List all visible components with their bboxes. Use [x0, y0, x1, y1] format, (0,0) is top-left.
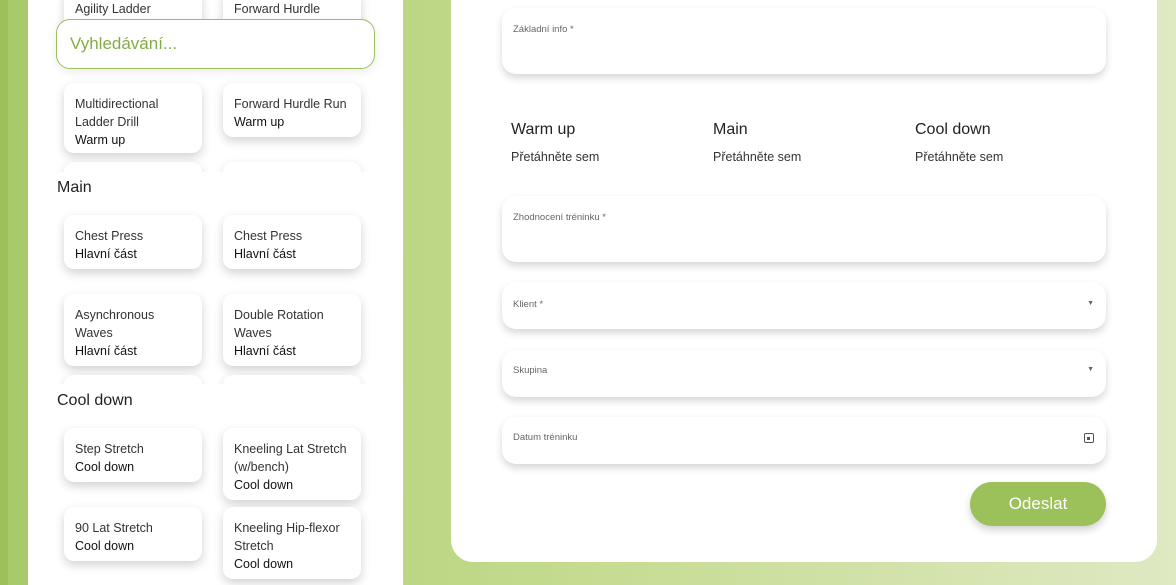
basic-info-label: Základní info *	[513, 24, 574, 35]
calendar-icon[interactable]	[1084, 433, 1094, 443]
exercise-name: Chest Press	[234, 229, 303, 243]
exercise-name: Kneeling Hip-flexor Stretch	[234, 521, 340, 553]
training-date-label: Datum tréninku	[513, 432, 578, 443]
exercise-category: Cool down	[234, 557, 294, 571]
client-label: Klient *	[513, 299, 544, 310]
exercise-card[interactable]: Kneeling Lat Stretch (w/bench) Cool down	[223, 428, 361, 500]
main-section-title: Main	[57, 179, 92, 196]
exercise-name: Forward Hurdle Run	[234, 97, 347, 111]
exercise-category: Cool down	[234, 478, 294, 492]
exercise-name: Forward Hurdle	[234, 2, 321, 16]
main-section: Chest Press Hlavní část Chest Press Hlav…	[50, 205, 390, 384]
exercise-name: Asynchronous Waves	[75, 308, 155, 340]
exercise-name: Double Rotation Waves	[234, 308, 324, 340]
exercise-card[interactable]: Chest Press Hlavní část	[223, 215, 361, 269]
client-select[interactable]: Klient * ▼	[502, 282, 1106, 329]
exercise-card-partial[interactable]	[223, 162, 361, 172]
exercise-card[interactable]: Kneeling Hip-flexor Stretch Cool down	[223, 507, 361, 579]
evaluation-field[interactable]: Zhodnocení tréninku *	[502, 196, 1106, 262]
search-field[interactable]	[56, 19, 375, 69]
warmup-drop-zone[interactable]: Přetáhněte sem	[511, 150, 599, 164]
group-select[interactable]: Skupina ▼	[502, 350, 1106, 397]
exercise-card[interactable]: 90 Lat Stretch Cool down	[64, 507, 202, 561]
exercise-category: Cool down	[75, 460, 135, 474]
exercise-category: Hlavní část	[75, 247, 137, 261]
exercise-card[interactable]: Step Stretch Cool down	[64, 428, 202, 482]
chevron-down-icon: ▼	[1087, 366, 1094, 373]
exercise-card-partial[interactable]	[223, 375, 361, 384]
evaluation-label: Zhodnocení tréninku *	[513, 212, 606, 223]
group-label: Skupina	[513, 365, 548, 376]
exercise-name: Kneeling Lat Stretch (w/bench)	[234, 442, 347, 474]
left-accent-strip	[0, 0, 8, 585]
main-column-title: Main	[713, 121, 748, 138]
exercise-card-partial[interactable]	[64, 162, 202, 172]
exercise-card[interactable]: Forward Hurdle Run Warm up	[223, 83, 361, 137]
exercise-name: 90 Lat Stretch	[75, 521, 153, 535]
exercise-category: Hlavní část	[234, 247, 296, 261]
chevron-down-icon: ▼	[1087, 300, 1094, 307]
exercise-name: Multidirectional Ladder Drill	[75, 97, 159, 129]
search-input[interactable]	[70, 34, 374, 54]
submit-button[interactable]: Odeslat	[970, 482, 1106, 526]
exercise-category: Warm up	[234, 115, 285, 129]
warmup-column-title: Warm up	[511, 121, 576, 138]
exercise-category: Cool down	[75, 539, 135, 553]
exercise-name: Agility Ladder	[75, 2, 151, 16]
exercise-name: Chest Press	[75, 229, 144, 243]
exercise-card-partial[interactable]	[64, 375, 202, 384]
exercise-card[interactable]: Multidirectional Ladder Drill Warm up	[64, 83, 202, 153]
exercise-category: Hlavní část	[234, 344, 296, 358]
cooldown-section-title: Cool down	[57, 392, 133, 409]
exercise-card[interactable]: Asynchronous Waves Hlavní část	[64, 294, 202, 366]
exercise-name: Step Stretch	[75, 442, 144, 456]
cooldown-column-title: Cool down	[915, 121, 991, 138]
main-drop-zone[interactable]: Přetáhněte sem	[713, 150, 801, 164]
exercise-card[interactable]: Double Rotation Waves Hlavní část	[223, 294, 361, 366]
exercise-card[interactable]: Chest Press Hlavní část	[64, 215, 202, 269]
cooldown-drop-zone[interactable]: Přetáhněte sem	[915, 150, 1003, 164]
basic-info-field[interactable]: Základní info *	[502, 8, 1106, 74]
exercise-category: Warm up	[75, 133, 126, 147]
exercise-category: Hlavní část	[75, 344, 137, 358]
training-form-panel	[451, 0, 1157, 562]
cooldown-section: Step Stretch Cool down Kneeling Lat Stre…	[50, 418, 390, 585]
training-date-field[interactable]: Datum tréninku	[502, 417, 1106, 464]
